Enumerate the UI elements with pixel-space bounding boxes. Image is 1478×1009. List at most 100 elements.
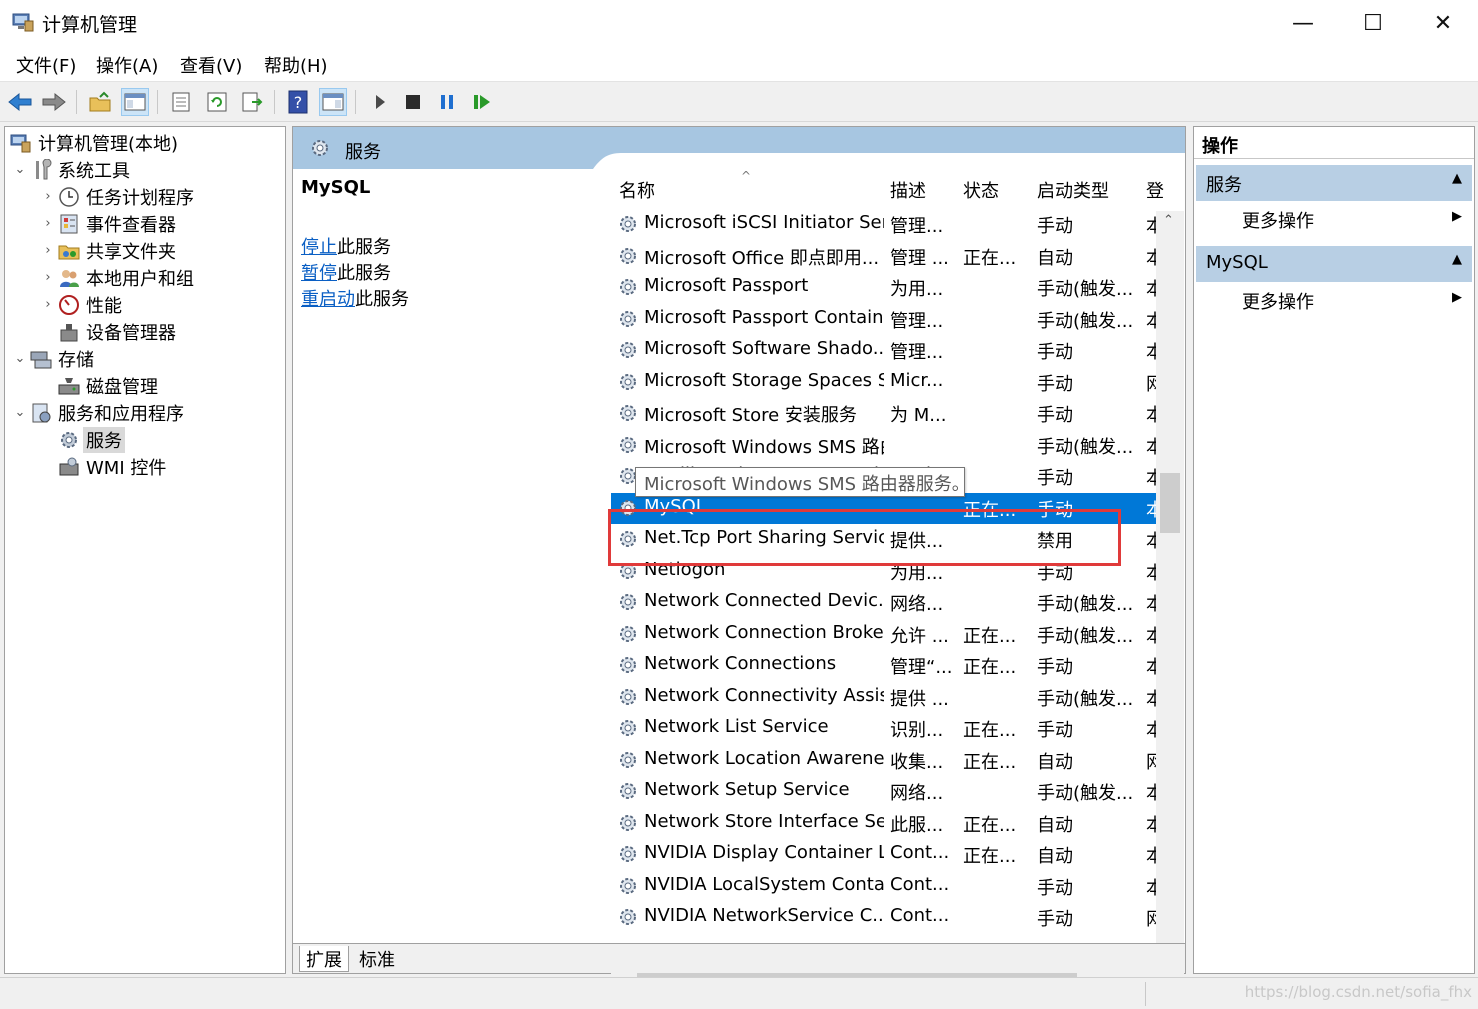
minimize-button[interactable]: — [1268, 0, 1338, 46]
pause-service-icon[interactable] [433, 88, 461, 116]
collapse-triangle-icon[interactable]: ▲ [1452, 252, 1462, 267]
start-service-icon[interactable] [366, 88, 394, 116]
column-header-description[interactable]: 描述 [890, 169, 926, 211]
selected-service-name: MySQL [301, 177, 371, 198]
vertical-scrollbar[interactable]: ⌃ ⌄ [1156, 211, 1184, 985]
service-startup-type: 手动(触发... [1037, 310, 1134, 332]
service-gear-icon [620, 216, 636, 232]
service-row[interactable]: Network List Service 识别... 正在... 手动本 [611, 713, 1160, 744]
service-description: 管理... [890, 310, 944, 332]
menu-action[interactable]: 操作(A) [96, 52, 158, 78]
expand-arrow-icon[interactable]: › [39, 243, 57, 258]
help-icon[interactable]: ? [284, 88, 312, 116]
collapse-arrow-icon[interactable]: ⌄ [11, 162, 29, 177]
service-row[interactable]: Network Connections 管理“... 正在... 手动本 [611, 650, 1160, 681]
service-row[interactable]: NVIDIA NetworkService C... Cont... 手动网 [611, 902, 1160, 933]
tree-item-shared-folders[interactable]: › 共享文件夹 [39, 237, 176, 264]
service-status: 正在... [963, 625, 1017, 647]
expand-arrow-icon[interactable]: › [39, 189, 57, 204]
expand-arrow-icon[interactable]: › [39, 216, 57, 231]
tree-item-services-apps[interactable]: ⌄ 服务和应用程序 [11, 399, 184, 426]
forward-arrow-icon[interactable] [40, 88, 68, 116]
tree-item-task-scheduler[interactable]: › 任务计划程序 [39, 183, 194, 210]
watermark-text: https://blog.csdn.net/sofia_fhx [1244, 983, 1472, 1001]
event-viewer-icon [57, 213, 81, 235]
console-tree-icon[interactable] [121, 88, 149, 116]
more-actions-mysql[interactable]: 更多操作 ▶ [1196, 282, 1472, 318]
service-row[interactable]: Network Store Interface Se... 此服... 正在... 自… [611, 808, 1160, 839]
tree-item-services[interactable]: 服务 [57, 426, 125, 453]
restart-service-link[interactable]: 重启动 [301, 289, 355, 310]
collapse-triangle-icon[interactable]: ▲ [1452, 171, 1462, 186]
tree-item-disk-management[interactable]: 磁盘管理 [57, 372, 158, 399]
service-description: 为 M... [890, 405, 947, 426]
collapse-arrow-icon[interactable]: ⌄ [11, 351, 29, 366]
actions-group-mysql[interactable]: MySQL ▲ [1196, 246, 1472, 282]
tree-item-performance[interactable]: › 性能 [39, 291, 122, 318]
column-header-logon[interactable]: 登 [1146, 169, 1164, 211]
service-name: NVIDIA LocalSystem Conta... [644, 873, 884, 895]
tab-extended[interactable]: 扩展 [299, 946, 349, 972]
scroll-up-icon[interactable]: ⌃ [1163, 213, 1174, 228]
disk-management-icon [57, 375, 81, 397]
service-row[interactable]: Network Setup Service 网络... 手动(触发... 本 [611, 776, 1160, 807]
service-row[interactable]: Network Connectivity Assis... 提供 ... 手动(触发… [611, 682, 1160, 713]
tree-item-event-viewer[interactable]: › 事件查看器 [39, 210, 176, 237]
service-row[interactable]: Microsoft Passport 为用... 手动(触发... 本 [611, 272, 1160, 303]
show-action-pane-icon[interactable] [319, 88, 347, 116]
properties-icon[interactable] [167, 88, 195, 116]
service-description: 管理 ... [890, 247, 949, 269]
tree-item-local-users[interactable]: › 本地用户和组 [39, 264, 194, 291]
pause-service-link[interactable]: 暂停 [301, 263, 337, 284]
tab-standard[interactable]: 标准 [353, 946, 401, 972]
service-row[interactable]: Network Location Awarene... 收集... 正在... 自动网 [611, 745, 1160, 776]
service-row[interactable]: Microsoft iSCSI Initiator Ser... 管理... 手动本 [611, 209, 1160, 240]
tree-item-storage[interactable]: ⌄ 存储 [11, 345, 94, 372]
expand-arrow-icon[interactable]: › [39, 270, 57, 285]
vertical-scroll-thumb[interactable] [1160, 473, 1180, 533]
service-row[interactable]: Network Connected Devic... 网络... 手动(触发... 本 [611, 587, 1160, 618]
maximize-button[interactable]: ☐ [1338, 0, 1408, 46]
service-row[interactable]: Microsoft Office 即点即用... 管理 ... 正在... 自动本 [611, 241, 1160, 272]
column-header-startup-type[interactable]: 启动类型 [1037, 169, 1109, 211]
extended-pane: MySQL 停止此服务 暂停此服务 重启动此服务 [293, 169, 603, 943]
tree-item-computer-management[interactable]: 计算机管理(本地) [9, 129, 178, 156]
restart-service-icon[interactable] [468, 88, 496, 116]
stop-service-link[interactable]: 停止 [301, 237, 337, 258]
back-arrow-icon[interactable] [6, 88, 34, 116]
service-row[interactable]: Microsoft Software Shado... 管理... 手动本 [611, 335, 1160, 366]
service-row[interactable]: Microsoft Passport Container 管理... 手动(触发..… [611, 304, 1160, 335]
menu-file[interactable]: 文件(F) [16, 52, 76, 78]
column-header-name[interactable]: 名称 [619, 169, 655, 211]
service-row[interactable]: Microsoft Windows SMS 路由器服务。手动(触发...本 [611, 430, 1160, 461]
service-gear-icon [620, 405, 636, 421]
service-row[interactable]: Network Connection Broker 允许 ... 正在... 手动(触… [611, 619, 1160, 650]
service-description: 网络... [890, 783, 944, 804]
menu-help[interactable]: 帮助(H) [264, 52, 328, 78]
console-tree: 计算机管理(本地) ⌄ 系统工具 › 任务计划程序 › 事件查看器 › 共享文件… [4, 126, 286, 974]
expand-arrow-icon[interactable]: › [39, 297, 57, 312]
more-actions-services[interactable]: 更多操作 ▶ [1196, 201, 1472, 237]
service-startup-type: 自动 [1037, 814, 1073, 836]
service-row[interactable]: NVIDIA LocalSystem Conta... Cont... 手动本 [611, 871, 1160, 902]
actions-group-services[interactable]: 服务 ▲ [1196, 165, 1472, 201]
column-header-status[interactable]: 状态 [963, 169, 999, 211]
service-startup-type: 手动(触发... [1037, 279, 1134, 300]
tree-item-wmi-control[interactable]: WMI 控件 [57, 453, 166, 480]
refresh-icon[interactable] [203, 88, 231, 116]
close-button[interactable]: ✕ [1408, 0, 1478, 46]
tooltip: Microsoft Windows SMS 路由器服务。 [635, 467, 970, 497]
actions-header: 操作 [1194, 127, 1474, 159]
up-folder-icon[interactable] [86, 88, 114, 116]
service-row[interactable]: Microsoft Storage Spaces S... Micr... 手动网 [611, 367, 1160, 398]
menu-view[interactable]: 查看(V) [180, 52, 242, 78]
service-row[interactable]: Microsoft Store 安装服务为 M... 手动本 [611, 398, 1160, 429]
service-row[interactable]: NVIDIA Display Container LS Cont... 正在... 自… [611, 839, 1160, 870]
wmi-control-icon [57, 456, 81, 478]
tree-item-system-tools[interactable]: ⌄ 系统工具 [11, 156, 130, 183]
tree-item-device-manager[interactable]: 设备管理器 [57, 318, 176, 345]
services-gear-icon [57, 429, 81, 451]
stop-service-icon[interactable] [399, 88, 427, 116]
export-list-icon[interactable] [238, 88, 266, 116]
collapse-arrow-icon[interactable]: ⌄ [11, 405, 29, 420]
